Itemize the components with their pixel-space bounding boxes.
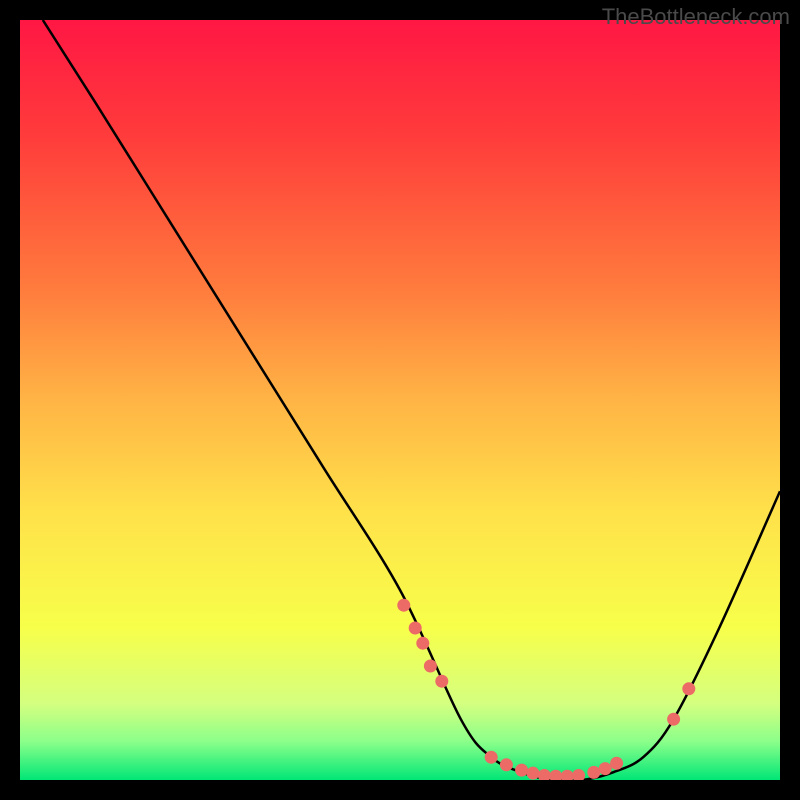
- data-point: [587, 766, 600, 779]
- data-point: [500, 758, 513, 771]
- data-point: [424, 660, 437, 673]
- chart-svg: [20, 20, 780, 780]
- data-point: [515, 764, 528, 777]
- data-point: [409, 622, 422, 635]
- data-point: [416, 637, 429, 650]
- data-point: [682, 682, 695, 695]
- chart-background: [20, 20, 780, 780]
- data-point: [527, 767, 540, 780]
- data-point: [397, 599, 410, 612]
- data-point: [610, 757, 623, 770]
- data-point: [485, 751, 498, 764]
- watermark-text: TheBottleneck.com: [602, 4, 790, 30]
- data-point: [667, 713, 680, 726]
- data-point: [599, 762, 612, 775]
- chart-container: [20, 20, 780, 780]
- data-point: [435, 675, 448, 688]
